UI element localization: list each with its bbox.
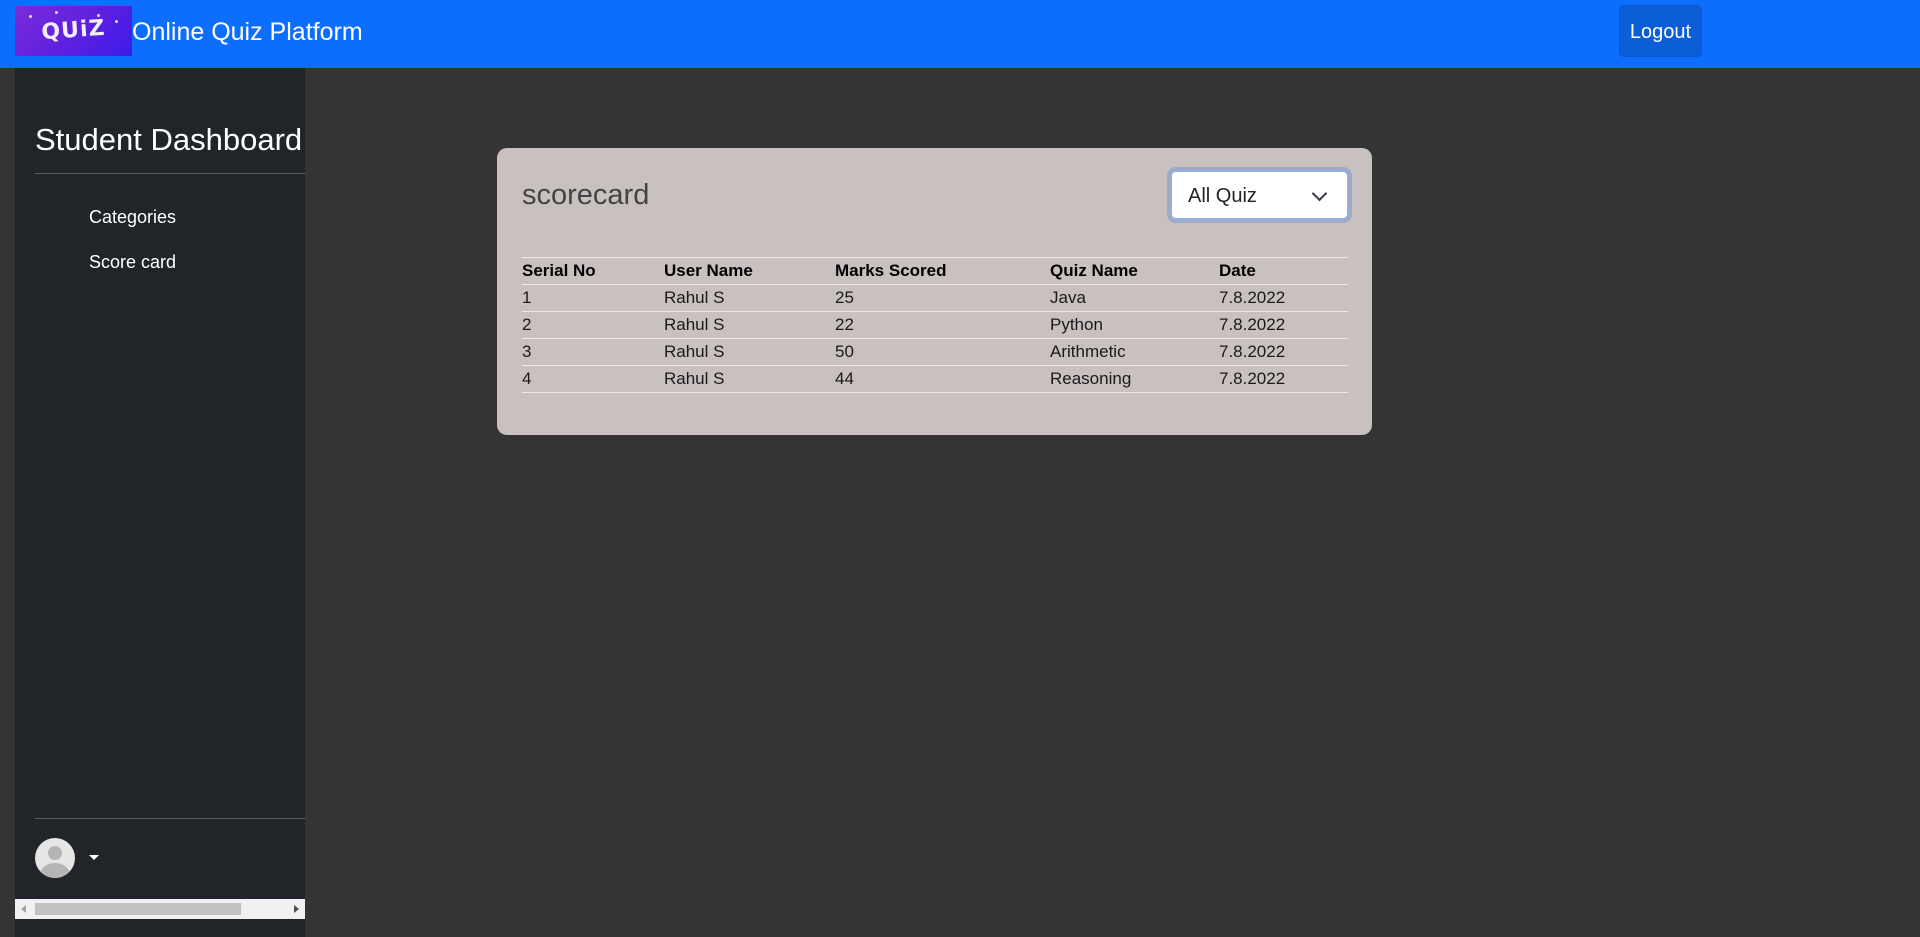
card-title: scorecard	[522, 179, 650, 211]
quiz-filter-value: All Quiz	[1188, 185, 1257, 207]
table-cell: 7.8.2022	[1219, 311, 1348, 339]
quiz-filter-select[interactable]: All Quiz	[1171, 171, 1348, 219]
scrollbar-thumb[interactable]	[35, 903, 241, 915]
table-cell: 4	[522, 365, 664, 393]
scorecard-card: scorecard All Quiz Serial No User Name M…	[497, 148, 1372, 435]
table-row: 3 Rahul S 50 Arithmetic 7.8.2022	[522, 338, 1348, 366]
column-header: User Name	[664, 257, 835, 285]
table-cell: 1	[522, 284, 664, 312]
table-cell: Python	[1050, 311, 1219, 339]
table-cell: 44	[835, 365, 1050, 393]
column-header: Serial No	[522, 257, 664, 285]
top-navbar: QUiZ Online Quiz Platform Logout	[0, 0, 1920, 68]
table-cell: Rahul S	[664, 311, 835, 339]
chevron-down-icon	[1311, 185, 1328, 202]
table-cell: 7.8.2022	[1219, 284, 1348, 312]
logo-text: QUiZ	[40, 15, 107, 46]
sidebar-item-categories[interactable]: Categories	[89, 206, 176, 228]
table-row: 4 Rahul S 44 Reasoning 7.8.2022	[522, 365, 1348, 393]
table-cell: 22	[835, 311, 1050, 339]
avatar-body	[40, 863, 70, 878]
sidebar-divider	[35, 173, 305, 174]
brand-title[interactable]: Online Quiz Platform	[132, 17, 363, 47]
table-row: 2 Rahul S 22 Python 7.8.2022	[522, 311, 1348, 339]
table-cell: 7.8.2022	[1219, 365, 1348, 393]
horizontal-scrollbar[interactable]	[15, 899, 305, 919]
quiz-logo[interactable]: QUiZ	[15, 6, 132, 56]
logout-button[interactable]: Logout	[1619, 5, 1702, 57]
caret-down-icon[interactable]	[89, 855, 99, 860]
table-cell: Arithmetic	[1050, 338, 1219, 366]
scroll-right-icon[interactable]	[294, 905, 299, 913]
column-header: Quiz Name	[1050, 257, 1219, 285]
sidebar: Student Dashboard Categories Score card	[15, 68, 305, 937]
scroll-left-icon[interactable]	[21, 905, 26, 913]
table-cell: 50	[835, 338, 1050, 366]
user-avatar-icon[interactable]	[35, 838, 75, 878]
sidebar-item-score-card[interactable]: Score card	[89, 251, 176, 273]
table-cell: 25	[835, 284, 1050, 312]
table-cell: Rahul S	[664, 365, 835, 393]
logo-spark	[29, 15, 32, 18]
column-header: Marks Scored	[835, 257, 1050, 285]
column-header: Date	[1219, 257, 1348, 285]
sidebar-divider-bottom	[35, 818, 305, 819]
table-cell: Rahul S	[664, 338, 835, 366]
table-header-row: Serial No User Name Marks Scored Quiz Na…	[522, 257, 1348, 285]
table-cell: Reasoning	[1050, 365, 1219, 393]
logo-spark	[55, 11, 58, 14]
table-cell: 3	[522, 338, 664, 366]
score-table: Serial No User Name Marks Scored Quiz Na…	[522, 257, 1348, 393]
avatar-head	[48, 846, 62, 860]
table-cell: 7.8.2022	[1219, 338, 1348, 366]
table-cell: 2	[522, 311, 664, 339]
table-cell: Rahul S	[664, 284, 835, 312]
table-row: 1 Rahul S 25 Java 7.8.2022	[522, 284, 1348, 312]
sidebar-title: Student Dashboard	[35, 122, 303, 157]
table-cell: Java	[1050, 284, 1219, 312]
